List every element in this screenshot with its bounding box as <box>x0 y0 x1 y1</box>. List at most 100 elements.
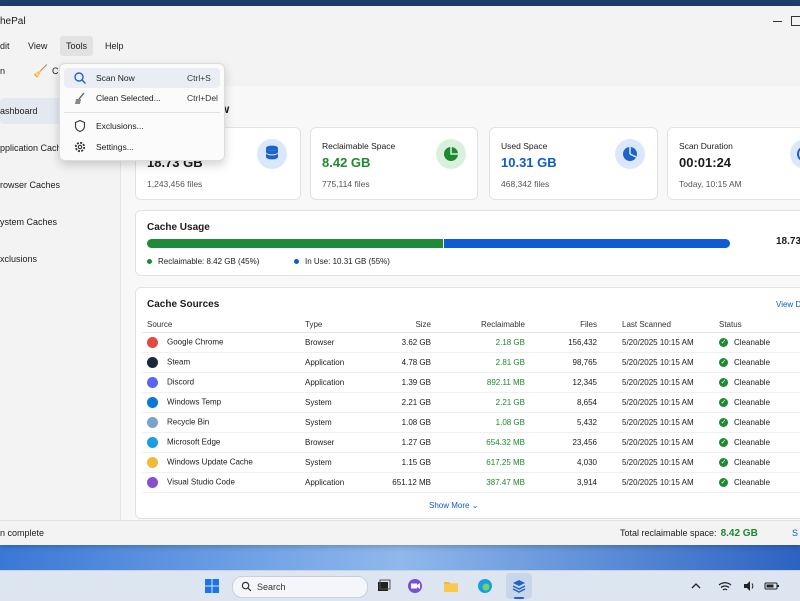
table-row[interactable]: Windows Temp System 2.21 GB 2.21 GB 8,654 5/2… <box>142 392 800 413</box>
table-row[interactable]: Discord Application 1.39 GB 892.11 MB 12,345… <box>142 372 800 393</box>
sidebar-item-exclusions[interactable]: xclusions <box>0 246 116 272</box>
status-badge: Cleanable <box>734 337 771 347</box>
chrome-icon <box>147 337 158 348</box>
menu-item-label: Settings... <box>96 142 134 152</box>
menu-item-settings[interactable]: Settings... <box>64 137 220 157</box>
cell-last-scanned: 5/20/2025 10:15 AM <box>602 472 714 493</box>
menu-bar: dit View Tools Help <box>0 36 800 56</box>
cell-reclaimable: 387.47 MB <box>436 472 530 493</box>
stat-value: 8.42 GB <box>322 155 371 170</box>
show-more-link[interactable]: Show More ⌄ <box>429 501 478 510</box>
sidebar-item-system-caches[interactable]: ystem Caches <box>0 209 116 235</box>
cell-last-scanned: 5/20/2025 10:15 AM <box>602 392 714 413</box>
menu-view[interactable]: View <box>22 36 53 56</box>
cell-files: 3,914 <box>530 472 602 493</box>
menu-edit[interactable]: dit <box>0 36 16 56</box>
col-type[interactable]: Type <box>300 316 380 333</box>
stat-sub: 1,243,456 files <box>147 179 203 189</box>
vscode-icon <box>147 477 158 488</box>
sidebar-item-browser-caches[interactable]: rowser Caches <box>0 172 116 198</box>
wifi-icon[interactable] <box>718 578 732 594</box>
cell-status: ✓ Cleanable <box>714 332 800 353</box>
col-source[interactable]: Source <box>142 316 300 333</box>
status-right-link[interactable]: S <box>792 528 798 538</box>
col-reclaimable[interactable]: Reclaimable <box>436 316 530 333</box>
usage-total: 18.73 <box>776 236 800 247</box>
col-files[interactable]: Files <box>530 316 602 333</box>
volume-icon[interactable] <box>742 578 756 594</box>
cell-type: Browser <box>300 432 380 453</box>
clock-icon <box>790 139 800 169</box>
meet-icon[interactable] <box>407 578 423 594</box>
stat-sub: 775,114 files <box>322 179 370 189</box>
toolbar-scan-button[interactable]: n <box>0 66 5 76</box>
status-badge: Cleanable <box>734 357 771 367</box>
menu-item-label: Exclusions... <box>96 121 144 131</box>
cell-reclaimable: 892.11 MB <box>436 372 530 393</box>
menu-help[interactable]: Help <box>99 36 130 56</box>
stat-card-duration: Scan Duration 00:01:24 Today, 10:15 AM <box>667 127 800 200</box>
chevron-up-icon[interactable] <box>690 578 702 594</box>
stat-label: Scan Duration <box>679 141 733 151</box>
cell-source: Google Chrome <box>142 332 300 353</box>
stat-sub: 468,342 files <box>501 179 550 189</box>
broom-icon[interactable]: 🧹 <box>33 64 48 78</box>
cell-reclaimable: 2.81 GB <box>436 352 530 373</box>
stat-card-used: Used Space 10.31 GB 468,342 files <box>489 127 658 200</box>
menu-item-exclusions[interactable]: Exclusions... <box>64 116 220 136</box>
legend-dot-green <box>147 259 152 265</box>
cell-size: 2.21 GB <box>380 392 436 413</box>
cachepal-app-icon[interactable] <box>511 578 527 594</box>
window-title: hePal <box>0 16 26 27</box>
menu-item-clean-selected[interactable]: Clean Selected... Ctrl+Del <box>64 88 220 108</box>
table-row[interactable]: Visual Studio Code Application 651.12 MB 38… <box>142 472 800 493</box>
cell-files: 98,765 <box>530 352 602 373</box>
battery-icon[interactable] <box>764 578 780 594</box>
stat-value: 10.31 GB <box>501 155 557 170</box>
menu-separator <box>64 112 220 113</box>
toolbar-clean-button[interactable]: C <box>52 66 59 76</box>
check-icon: ✓ <box>719 398 728 408</box>
menu-item-scan-now[interactable]: Scan Now Ctrl+S <box>64 68 220 88</box>
table-row[interactable]: Windows Update Cache System 1.15 GB 617.25 … <box>142 452 800 473</box>
col-last-scanned[interactable]: Last Scanned <box>602 316 714 333</box>
cell-status: ✓ Cleanable <box>714 412 800 433</box>
edge-icon[interactable] <box>477 578 493 594</box>
windows-start-icon[interactable] <box>204 578 220 594</box>
cache-usage-card: Cache Usage 18.73 Reclaimable: 8.42 GB (… <box>135 210 800 276</box>
cell-reclaimable: 2.21 GB <box>436 392 530 413</box>
sidebar-item-label: rowser Caches <box>0 180 61 190</box>
maximize-button[interactable] <box>791 16 800 26</box>
status-badge: Cleanable <box>734 377 771 387</box>
check-icon: ✓ <box>719 478 728 488</box>
cell-type: System <box>300 452 380 473</box>
col-size[interactable]: Size <box>380 316 436 333</box>
table-row[interactable]: Recycle Bin System 1.08 GB 1.08 GB 5,432 5/20… <box>142 412 800 433</box>
taskbar-search[interactable]: Search <box>232 576 368 598</box>
view-details-link[interactable]: View D <box>776 300 800 309</box>
task-view-icon[interactable] <box>376 578 392 594</box>
file-explorer-icon[interactable] <box>443 578 459 594</box>
table-row[interactable]: Google Chrome Browser 3.62 GB 2.18 GB 156,43… <box>142 332 800 353</box>
cell-size: 1.15 GB <box>380 452 436 473</box>
steam-icon <box>147 357 158 368</box>
stat-label: Used Space <box>501 141 548 151</box>
minimize-button[interactable] <box>773 21 782 22</box>
cell-type: Browser <box>300 332 380 353</box>
shield-icon <box>74 119 86 133</box>
table-row[interactable]: Steam Application 4.78 GB 2.81 GB 98,765 5/20… <box>142 352 800 373</box>
legend-in-use-text: In Use: 10.31 GB (55%) <box>305 257 390 266</box>
col-status[interactable]: Status <box>714 316 800 333</box>
menu-tools[interactable]: Tools <box>60 36 94 56</box>
stat-value: 00:01:24 <box>679 155 732 170</box>
cell-last-scanned: 5/20/2025 10:15 AM <box>602 432 714 453</box>
cell-size: 1.08 GB <box>380 412 436 433</box>
cell-type: System <box>300 392 380 413</box>
status-badge: Cleanable <box>734 397 771 407</box>
source-name: Visual Studio Code <box>167 477 235 487</box>
active-indicator <box>514 597 524 599</box>
windows-icon <box>147 397 158 408</box>
status-badge: Cleanable <box>734 457 771 467</box>
source-name: Google Chrome <box>167 337 224 347</box>
table-row[interactable]: Microsoft Edge Browser 1.27 GB 654.32 MB 23,… <box>142 432 800 453</box>
